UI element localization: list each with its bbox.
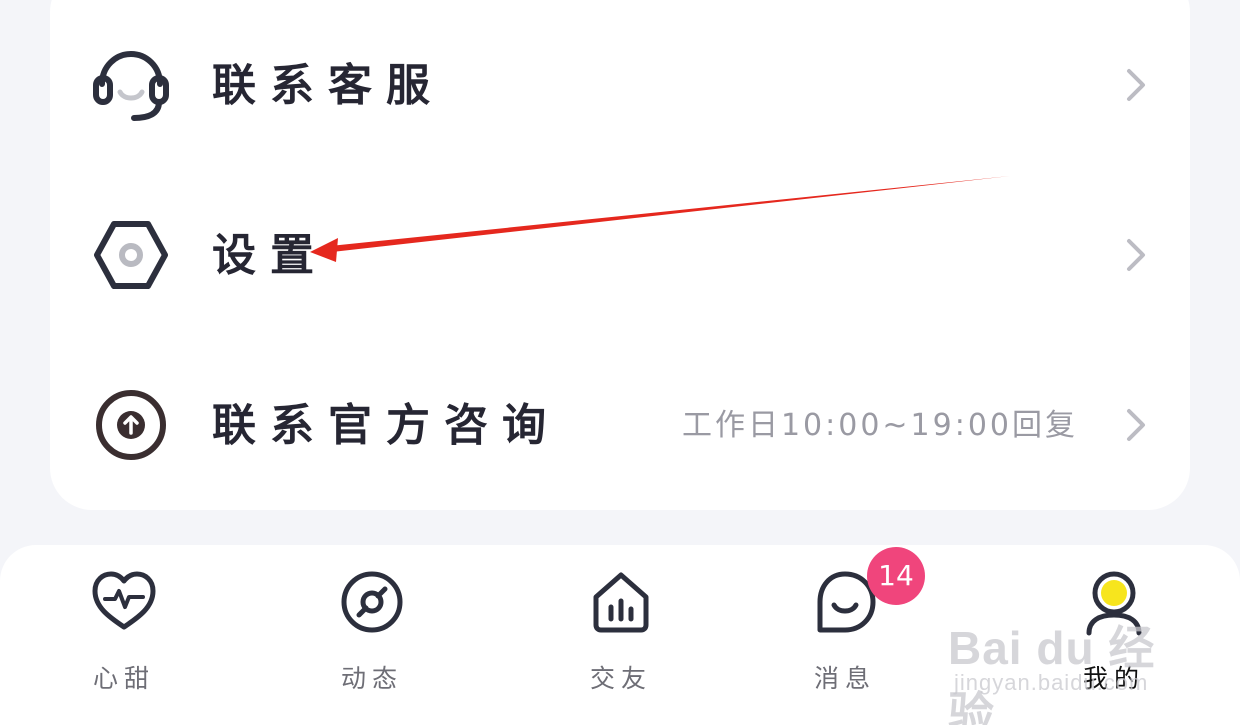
heart-pulse-icon: [89, 567, 159, 637]
tab-wode[interactable]: 我的: [1044, 545, 1184, 725]
working-hours-hint: 工作日10:00~19:00回复: [681, 408, 1078, 443]
settings-hexagon-icon: [90, 214, 172, 296]
tab-jiaoyou[interactable]: 交友: [551, 545, 691, 725]
tab-xintian[interactable]: 心甜: [54, 545, 194, 725]
profile-icon: [1079, 567, 1149, 637]
tab-label: 消息: [813, 664, 876, 693]
tab-label: 交友: [589, 664, 652, 693]
menu-item-label: 联系客服: [212, 60, 444, 111]
menu-item-official-consult[interactable]: 联系官方咨询 工作日10:00~19:00回复: [50, 350, 1190, 500]
tab-label: 心甜: [92, 664, 155, 693]
arrow-up-circle-icon: [90, 384, 172, 466]
tab-label: 我的: [1082, 664, 1145, 693]
unread-count-badge: 14: [867, 547, 925, 605]
tab-xiaoxi[interactable]: 14 消息: [775, 545, 925, 725]
bottom-tab-bar: 心甜 动态 交友 14 消息 我的: [0, 545, 1240, 725]
chevron-right-icon: [1124, 235, 1150, 275]
tab-dongtai[interactable]: 动态: [302, 545, 442, 725]
home-chart-icon: [586, 567, 656, 637]
tab-label: 动态: [340, 664, 403, 693]
menu-item-label: 联系官方咨询: [212, 400, 560, 451]
headset-icon: [90, 44, 172, 126]
menu-item-label: 设置: [212, 230, 328, 281]
menu-item-contact-service[interactable]: 联系客服: [50, 10, 1190, 160]
compass-icon: [337, 567, 407, 637]
menu-item-settings[interactable]: 设置: [50, 180, 1190, 330]
chevron-right-icon: [1124, 65, 1150, 105]
chevron-right-icon: [1124, 405, 1150, 445]
settings-menu-card: 联系客服 设置 联系官方咨询 工作日10:00~19:00回复: [50, 0, 1190, 510]
